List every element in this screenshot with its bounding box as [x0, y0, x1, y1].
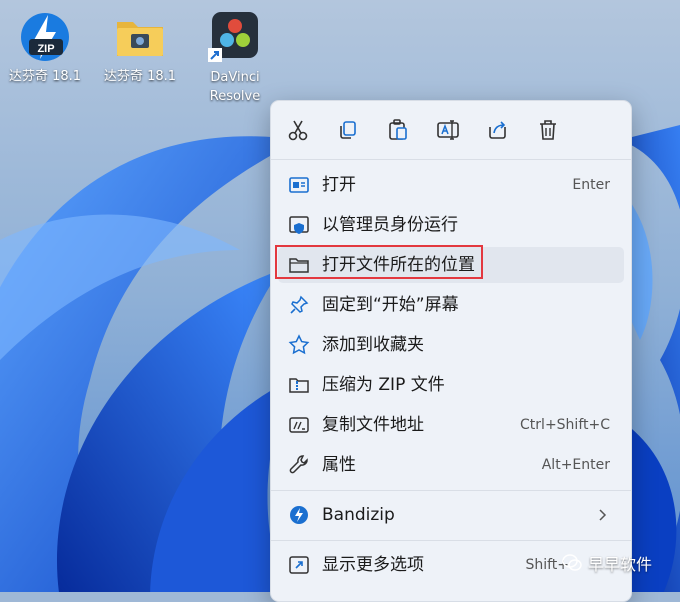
wechat-icon — [562, 554, 582, 571]
star-icon — [288, 334, 310, 356]
desktop-icon-label: 达芬奇 18.1 — [103, 69, 177, 84]
menu-item-bandizip[interactable]: Bandizip — [278, 497, 624, 533]
desktop-icon-label: 达芬奇 18.1 — [8, 69, 82, 84]
menu-separator — [271, 490, 631, 491]
copy-button[interactable] — [335, 117, 361, 143]
share-icon — [489, 121, 506, 139]
paste-button[interactable] — [385, 117, 411, 143]
menu-item-shortcut: Enter — [572, 177, 610, 193]
menu-item-compress-zip[interactable]: 压缩为 ZIP 文件 — [278, 367, 624, 403]
menu-toolbar — [271, 101, 631, 159]
bandizip-icon — [288, 504, 310, 526]
menu-separator — [271, 159, 631, 160]
desktop-icon-label: DaVinci Resolve — [209, 70, 261, 104]
cut-button[interactable] — [285, 117, 311, 143]
menu-item-label: 打开 — [322, 175, 356, 195]
menu-item-run-as-admin[interactable]: 以管理员身份运行 — [278, 207, 624, 243]
menu-item-label: 复制文件地址 — [322, 415, 424, 435]
desktop-icon-davinci-zip[interactable]: ZIP 达芬奇 18.1 — [2, 10, 88, 86]
highlight-box — [275, 245, 483, 279]
open-window-icon — [288, 174, 310, 196]
watermark: 早早软件 — [562, 552, 652, 574]
watermark-text: 早早软件 — [588, 555, 653, 574]
menu-item-label: 属性 — [322, 455, 356, 475]
menu-item-label: Bandizip — [322, 505, 395, 525]
admin-shield-icon — [288, 214, 310, 236]
paste-icon — [389, 119, 407, 140]
menu-item-label: 添加到收藏夹 — [322, 335, 424, 355]
menu-separator — [271, 540, 631, 541]
copy-icon — [340, 121, 356, 139]
pin-icon — [288, 294, 310, 316]
copy-path-icon — [288, 414, 310, 436]
menu-item-copy-path[interactable]: 复制文件地址 Ctrl+Shift+C — [278, 407, 624, 443]
menu-item-label: 以管理员身份运行 — [322, 215, 458, 235]
folder-icon — [113, 10, 167, 64]
wrench-icon — [288, 454, 310, 476]
menu-item-label: 压缩为 ZIP 文件 — [322, 375, 445, 395]
menu-item-shortcut: Alt+Enter — [541, 457, 610, 473]
menu-item-open[interactable]: 打开 Enter — [278, 167, 624, 203]
menu-item-properties[interactable]: 属性 Alt+Enter — [278, 447, 624, 483]
more-options-icon — [288, 554, 310, 576]
zip-folder-icon — [288, 374, 310, 396]
menu-item-add-to-favorites[interactable]: 添加到收藏夹 — [278, 327, 624, 363]
cut-icon — [288, 120, 308, 141]
rename-button[interactable] — [435, 117, 461, 143]
zip-archive-icon: ZIP — [18, 10, 72, 64]
svg-text:ZIP: ZIP — [37, 43, 54, 55]
menu-item-shortcut: Ctrl+Shift+C — [520, 417, 610, 433]
rename-icon — [437, 120, 459, 140]
menu-item-label: 显示更多选项 — [322, 555, 424, 575]
menu-item-pin-to-start[interactable]: 固定到“开始”屏幕 — [278, 287, 624, 323]
desktop-icon-davinci-folder[interactable]: 达芬奇 18.1 — [97, 10, 183, 86]
delete-button[interactable] — [535, 117, 561, 143]
davinci-resolve-icon — [208, 10, 262, 64]
share-button[interactable] — [485, 117, 511, 143]
delete-icon — [540, 120, 556, 140]
menu-item-label: 固定到“开始”屏幕 — [322, 295, 459, 315]
context-menu: 打开 Enter 以管理员身份运行 打开文件所在的位置 固定到“开始”屏幕 添加… — [270, 100, 632, 602]
desktop-icon-davinci-resolve[interactable]: DaVinci Resolve — [192, 10, 278, 106]
chevron-right-icon — [596, 507, 610, 523]
